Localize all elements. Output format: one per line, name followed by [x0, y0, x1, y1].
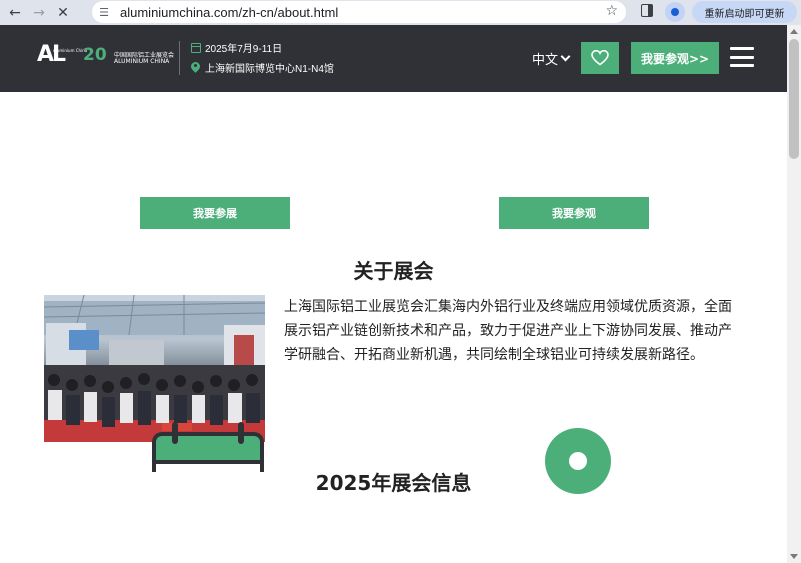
relaunch-update-button[interactable]: 重新启动即可更新	[692, 1, 797, 23]
event-date-text: 2025年7月9-11日	[205, 44, 283, 55]
bookmark-star-icon[interactable]: ☆	[605, 3, 618, 19]
calendar-icon	[152, 422, 264, 472]
about-description: 上海国际铝工业展览会汇集海内外铝行业及终端应用领域优质资源，全面展示铝产业链创新…	[284, 299, 732, 363]
site-logo[interactable]: AL Aluminium China 20 中国国际铝工业展览会 ALUMINI…	[37, 42, 174, 74]
exhibit-button[interactable]: 我要参展	[140, 197, 290, 229]
event-location: 上海新国际博览中心N1-N4馆	[191, 60, 334, 75]
scrollbar-thumb[interactable]	[789, 39, 799, 159]
heart-icon	[591, 50, 609, 66]
visit-button[interactable]: 我要参观	[499, 197, 649, 229]
logo-mark: AL	[37, 42, 66, 67]
site-header: AL Aluminium China 20 中国国际铝工业展览会 ALUMINI…	[0, 25, 787, 92]
browser-toolbar: ← → ✕ ☰ aluminiumchina.com/zh-cn/about.h…	[0, 0, 801, 25]
visit-register-button[interactable]: 我要参观>>	[631, 42, 719, 74]
favorite-button[interactable]	[581, 42, 619, 74]
event-location-text: 上海新国际博览中心N1-N4馆	[205, 64, 334, 75]
profile-icon[interactable]	[665, 2, 685, 22]
main-content: 我要参展 我要参观 关于展会 上海国际铝工业展览会汇集海内外铝行业及终端应用领域…	[0, 92, 787, 563]
location-pin-icon	[545, 428, 611, 494]
language-label: 中文	[532, 53, 559, 68]
location-pin-icon	[191, 62, 200, 73]
language-selector[interactable]: 中文	[532, 49, 571, 68]
chevron-down-icon	[560, 51, 571, 62]
scroll-up-icon[interactable]	[790, 29, 798, 34]
about-title: 关于展会	[353, 259, 434, 283]
address-bar[interactable]: ☰ aluminiumchina.com/zh-cn/about.html ☆	[92, 1, 626, 23]
side-panel-icon[interactable]	[641, 4, 653, 17]
hamburger-menu-icon[interactable]	[730, 47, 754, 67]
logo-en-name: ALUMINIUM CHINA	[114, 58, 170, 65]
stop-loading-icon[interactable]: ✕	[54, 4, 72, 22]
event-info-title: 2025年展会信息	[315, 471, 472, 495]
page-scrollbar[interactable]	[787, 25, 801, 563]
site-settings-icon[interactable]: ☰	[96, 6, 112, 19]
event-date: 2025年7月9-11日	[191, 40, 282, 55]
calendar-icon	[191, 42, 201, 53]
forward-arrow-icon[interactable]: →	[30, 4, 48, 22]
back-arrow-icon[interactable]: ←	[6, 4, 24, 22]
exhibition-photo	[44, 295, 265, 442]
header-divider	[179, 41, 180, 75]
url-text[interactable]: aluminiumchina.com/zh-cn/about.html	[120, 5, 338, 20]
scroll-down-icon[interactable]	[790, 554, 798, 559]
logo-anniversary: 20	[83, 45, 107, 65]
